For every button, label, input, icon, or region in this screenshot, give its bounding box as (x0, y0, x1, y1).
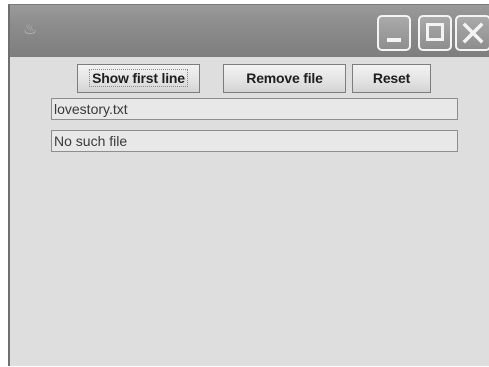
title-bar[interactable]: ♨ (10, 5, 489, 57)
close-icon (462, 22, 484, 44)
status-field[interactable]: No such file (51, 130, 458, 152)
app-window: ♨ Show first line Remove file Reset love… (8, 4, 489, 366)
minimize-button[interactable] (377, 15, 411, 51)
remove-file-button[interactable]: Remove file (223, 64, 346, 93)
close-button[interactable] (455, 15, 489, 51)
maximize-button[interactable] (418, 15, 452, 51)
show-first-line-label: Show first line (89, 69, 188, 87)
minimize-icon (387, 38, 401, 42)
content-pane: Show first line Remove file Reset lovest… (10, 57, 489, 367)
java-app-icon[interactable]: ♨ (23, 21, 37, 39)
reset-button[interactable]: Reset (352, 64, 431, 93)
show-first-line-button[interactable]: Show first line (77, 64, 200, 93)
filename-field[interactable]: lovestory.txt (51, 98, 458, 120)
maximize-icon (426, 23, 444, 41)
